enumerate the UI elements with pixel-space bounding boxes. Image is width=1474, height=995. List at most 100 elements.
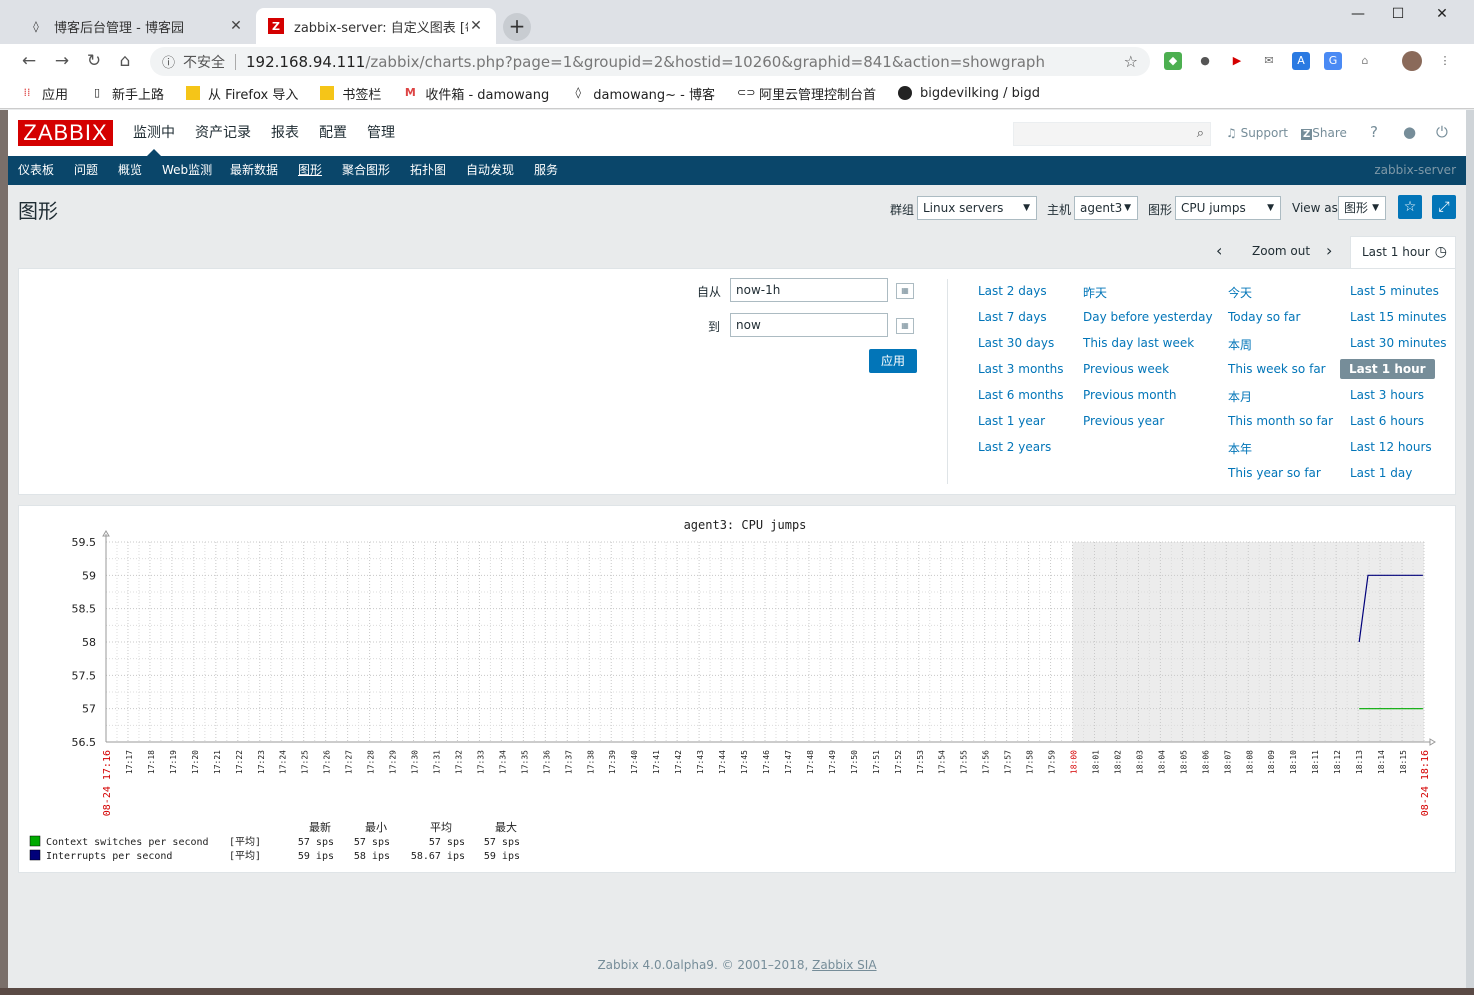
fullscreen-button[interactable]: ⤢ — [1432, 195, 1456, 219]
extension-icon[interactable]: ◆ — [1164, 52, 1182, 70]
quick-range-link[interactable]: Last 6 hours — [1350, 414, 1424, 428]
quick-range-link[interactable]: Last 1 year — [978, 414, 1045, 428]
quick-range-link[interactable]: Last 1 hour — [1340, 359, 1435, 379]
browser-tab-zabbix[interactable]: Z zabbix-server: 自定义图表 [每3( ✕ — [256, 8, 496, 44]
zabbix-sia-link[interactable]: Zabbix SIA — [812, 958, 876, 972]
zoom-out-button[interactable]: Zoom out — [1252, 240, 1310, 262]
submenu-web[interactable]: Web监测 — [162, 156, 212, 185]
quick-range-link[interactable]: 昨天 — [1083, 284, 1107, 301]
youtube-icon[interactable]: ▶ — [1228, 52, 1246, 70]
menu-inventory[interactable]: 资产记录 — [195, 110, 251, 156]
menu-administration[interactable]: 管理 — [367, 110, 395, 156]
avatar[interactable] — [1402, 51, 1422, 71]
quick-range-link[interactable]: Previous month — [1083, 388, 1176, 402]
new-tab-button[interactable]: + — [503, 13, 531, 41]
calendar-icon[interactable]: ▦ — [896, 318, 914, 334]
bookmark-star-icon[interactable]: ☆ — [1124, 52, 1138, 71]
info-icon[interactable]: ⓘ — [162, 52, 175, 71]
calendar-icon[interactable]: ▦ — [896, 283, 914, 299]
quick-range-link[interactable]: Last 3 months — [978, 362, 1063, 376]
submenu-overview[interactable]: 概览 — [118, 156, 142, 185]
quick-range-link[interactable]: Last 30 days — [978, 336, 1054, 350]
maximize-icon[interactable]: ☐ — [1376, 6, 1420, 22]
quick-range-link[interactable]: This day last week — [1083, 336, 1194, 350]
from-input[interactable]: now-1h — [730, 278, 888, 302]
host-select[interactable]: agent3 ▼ — [1074, 196, 1138, 220]
chevron-left-icon[interactable]: ‹ — [1216, 240, 1222, 262]
submenu-screens[interactable]: 聚合图形 — [342, 156, 390, 185]
window-close-icon[interactable]: ✕ — [1420, 6, 1464, 22]
search-input[interactable]: ⌕ — [1013, 122, 1211, 146]
quick-range-link[interactable]: Last 1 day — [1350, 466, 1412, 480]
menu-monitoring[interactable]: 监测中 — [133, 110, 175, 156]
bookmark-item[interactable]: M 收件箱 - damowang — [403, 84, 549, 103]
submenu-problems[interactable]: 问题 — [74, 156, 98, 185]
bookmark-apps[interactable]: ⁞⁞ 应用 — [20, 84, 69, 103]
quick-range-link[interactable]: Last 5 minutes — [1350, 284, 1439, 298]
quick-range-link[interactable]: 今天 — [1228, 284, 1252, 301]
apply-button[interactable]: 应用 — [869, 349, 917, 373]
quick-range-link[interactable]: 本年 — [1228, 440, 1252, 457]
menu-reports[interactable]: 报表 — [271, 110, 299, 156]
mail-icon[interactable]: ✉ — [1260, 52, 1278, 70]
sign-out-icon[interactable]: ⏻ — [1436, 123, 1448, 141]
add-to-favourites-button[interactable]: ☆ — [1398, 195, 1422, 219]
bookmark-item[interactable]: ◊ damowang~ - 博客 — [571, 84, 716, 103]
quick-range-link[interactable]: Last 7 days — [978, 310, 1047, 324]
zabbix-logo[interactable]: ZABBIX — [18, 120, 113, 146]
bookmark-item[interactable]: 书签栏 — [320, 84, 381, 103]
submenu-latest-data[interactable]: 最新数据 — [230, 156, 278, 185]
menu-icon[interactable]: ⋮ — [1436, 52, 1454, 70]
menu-configuration[interactable]: 配置 — [319, 110, 347, 156]
quick-range-link[interactable]: 本周 — [1228, 336, 1252, 353]
address-bar[interactable]: ⓘ 不安全 192.168.94.111 /zabbix/charts.php?… — [150, 47, 1150, 76]
bookmark-item[interactable]: ⊂⊃ 阿里云管理控制台首 — [737, 84, 876, 103]
quick-range-link[interactable]: Last 3 hours — [1350, 388, 1424, 402]
browser-tab-cnblogs[interactable]: ◊ 博客后台管理 - 博客园 ✕ — [16, 8, 256, 44]
to-input[interactable]: now — [730, 313, 888, 337]
help-icon[interactable]: ? — [1370, 123, 1378, 141]
quick-range-link[interactable]: Previous year — [1083, 414, 1164, 428]
extension-icon[interactable]: A — [1292, 52, 1310, 70]
bookmark-item[interactable]: bigdevilking / bigd — [898, 86, 1040, 101]
back-icon[interactable]: ← — [18, 50, 40, 72]
forward-icon[interactable]: → — [51, 50, 73, 72]
translate-icon[interactable]: G — [1324, 52, 1342, 70]
quick-range-link[interactable]: Previous week — [1083, 362, 1169, 376]
search-icon[interactable]: ⌕ — [1197, 126, 1204, 141]
quick-range-link[interactable]: This month so far — [1228, 414, 1333, 428]
submenu-dashboard[interactable]: 仪表板 — [18, 156, 54, 185]
share-link[interactable]: Z Share — [1301, 126, 1347, 140]
quick-range-link[interactable]: This week so far — [1228, 362, 1326, 376]
bookmark-item[interactable]: ▯ 新手上路 — [90, 84, 164, 103]
submenu-discovery[interactable]: 自动发现 — [466, 156, 514, 185]
extension-icon[interactable]: ● — [1196, 52, 1214, 70]
support-link[interactable]: ♫ Support — [1226, 126, 1288, 140]
quick-range-link[interactable]: Last 2 days — [978, 284, 1047, 298]
quick-range-link[interactable]: Last 2 years — [978, 440, 1051, 454]
quick-range-link[interactable]: Last 15 minutes — [1350, 310, 1446, 324]
quick-range-link[interactable]: This year so far — [1228, 466, 1321, 480]
quick-range-link[interactable]: Today so far — [1228, 310, 1300, 324]
group-select[interactable]: Linux servers ▼ — [917, 196, 1037, 220]
view-as-select[interactable]: 图形 ▼ — [1338, 196, 1386, 220]
quick-range-link[interactable]: Last 6 months — [978, 388, 1063, 402]
quick-range-link[interactable]: Day before yesterday — [1083, 310, 1213, 324]
home-icon[interactable]: ⌂ — [114, 50, 136, 72]
home-extension-icon[interactable]: ⌂ — [1356, 52, 1374, 70]
chevron-right-icon[interactable]: › — [1326, 240, 1332, 262]
quick-range-link[interactable]: Last 30 minutes — [1350, 336, 1446, 350]
submenu-graphs[interactable]: 图形 — [298, 156, 322, 185]
user-profile-icon[interactable]: ● — [1403, 123, 1416, 141]
quick-range-link[interactable]: Last 12 hours — [1350, 440, 1432, 454]
bookmark-item[interactable]: 从 Firefox 导入 — [186, 84, 298, 103]
reload-icon[interactable]: ↻ — [83, 50, 105, 72]
close-icon[interactable]: ✕ — [468, 18, 484, 34]
submenu-maps[interactable]: 拓扑图 — [410, 156, 446, 185]
submenu-services[interactable]: 服务 — [534, 156, 558, 185]
graph-select[interactable]: CPU jumps ▼ — [1175, 196, 1281, 220]
quick-range-link[interactable]: 本月 — [1228, 388, 1252, 405]
minimize-icon[interactable]: — — [1336, 6, 1380, 22]
time-filter-tab[interactable]: Last 1 hour ◷ — [1350, 236, 1456, 268]
close-icon[interactable]: ✕ — [228, 18, 244, 34]
